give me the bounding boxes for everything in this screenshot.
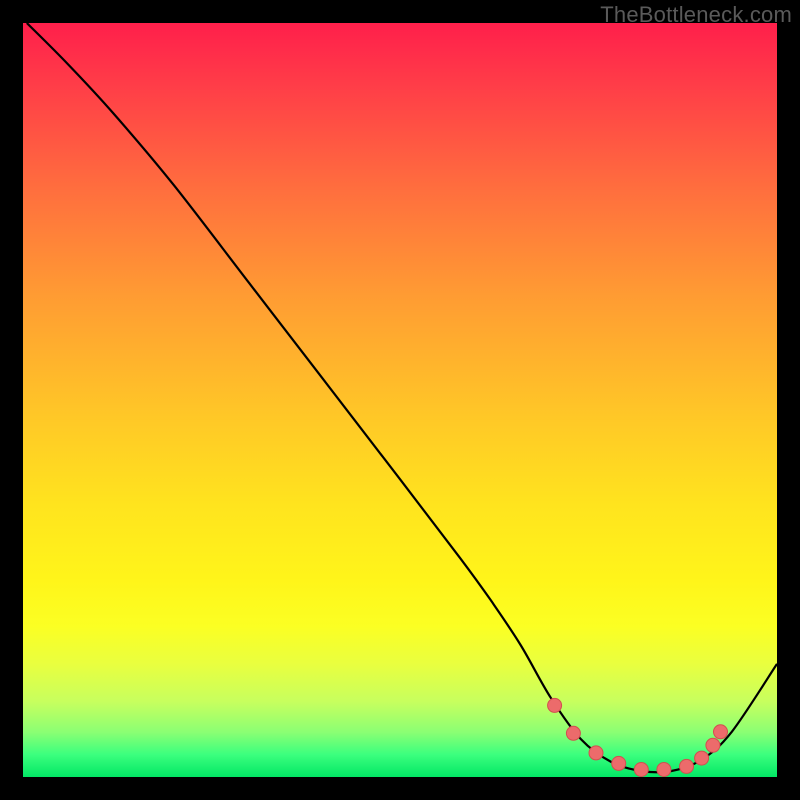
bottleneck-curve	[27, 23, 777, 772]
watermark-text: TheBottleneck.com	[600, 2, 792, 28]
data-dot	[589, 746, 603, 760]
data-dots	[548, 698, 728, 776]
chart-svg	[23, 23, 777, 777]
data-dot	[612, 756, 626, 770]
chart-frame: TheBottleneck.com	[0, 0, 800, 800]
data-dot	[657, 763, 671, 777]
data-dot	[548, 698, 562, 712]
chart-plot-area	[23, 23, 777, 777]
data-dot	[706, 738, 720, 752]
data-dot	[680, 759, 694, 773]
data-dot	[695, 751, 709, 765]
data-dot	[714, 725, 728, 739]
data-dot	[566, 726, 580, 740]
data-dot	[634, 763, 648, 777]
